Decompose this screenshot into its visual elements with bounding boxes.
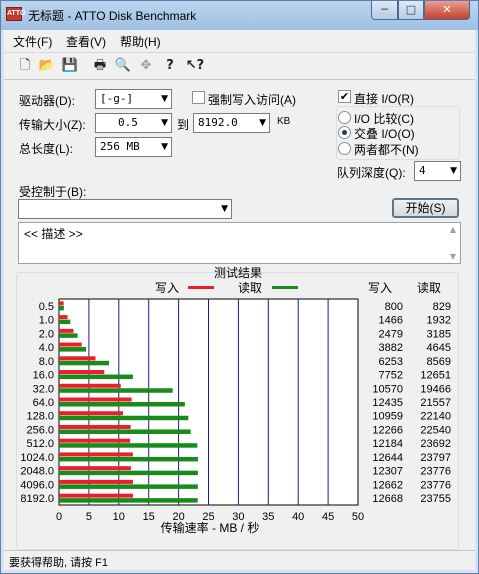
table-header-write: 写入 — [368, 281, 392, 295]
category-label: 8192.0 — [20, 493, 54, 505]
table-header-read: 读取 — [417, 281, 441, 295]
read-bar — [59, 456, 198, 462]
read-bar — [59, 319, 71, 325]
read-bar — [59, 498, 198, 503]
category-label: 128.0 — [26, 411, 54, 423]
read-bar — [59, 374, 133, 380]
read-bar — [59, 484, 198, 489]
legend-read-swatch — [272, 286, 298, 289]
write-value: 6253 — [379, 356, 403, 368]
write-value: 12435 — [372, 397, 403, 409]
write-value: 12307 — [372, 466, 403, 478]
read-value: 12651 — [420, 370, 451, 382]
read-bar — [59, 443, 198, 448]
write-bar — [59, 315, 68, 320]
write-value: 12184 — [372, 438, 403, 450]
write-value: 7752 — [379, 370, 403, 382]
write-bar — [59, 356, 96, 361]
write-bar — [59, 301, 64, 306]
read-value: 22540 — [420, 424, 451, 436]
read-value: 23797 — [420, 452, 451, 464]
read-value: 19466 — [420, 383, 451, 395]
read-value: 4645 — [427, 342, 451, 354]
legend-write-label: 写入 — [155, 281, 179, 295]
write-bar — [59, 438, 131, 443]
read-bar — [59, 347, 87, 352]
category-label: 64.0 — [33, 397, 54, 409]
x-tick-label: 50 — [352, 511, 364, 523]
read-value: 23755 — [420, 493, 451, 505]
read-bar — [59, 305, 64, 311]
write-value: 1466 — [379, 315, 403, 327]
read-bar — [59, 415, 189, 421]
write-value: 12662 — [372, 479, 403, 491]
write-bar — [59, 370, 105, 375]
write-bar — [59, 342, 82, 347]
x-tick-label: 10 — [113, 511, 125, 523]
category-label: 1024.0 — [20, 452, 54, 464]
write-value: 10959 — [372, 411, 403, 423]
chart-title: 测试结果 — [214, 265, 262, 280]
write-bar — [59, 397, 132, 402]
x-axis-label: 传输速率 - MB / 秒 — [161, 520, 260, 535]
category-label: 1.0 — [39, 315, 54, 327]
read-value: 1932 — [427, 315, 451, 327]
write-bar — [59, 383, 121, 388]
category-label: 16.0 — [33, 370, 54, 382]
category-label: 8.0 — [39, 356, 54, 368]
write-value: 3882 — [379, 342, 403, 354]
read-bar — [59, 429, 191, 434]
read-value: 3185 — [427, 328, 451, 340]
read-value: 22140 — [420, 411, 451, 423]
write-bar — [59, 411, 123, 416]
read-bar — [59, 388, 173, 393]
write-value: 12266 — [372, 424, 403, 436]
read-value: 829 — [433, 301, 451, 313]
read-value: 23776 — [420, 466, 451, 478]
read-bar — [59, 402, 185, 407]
category-label: 256.0 — [26, 424, 54, 436]
write-bar — [59, 328, 74, 333]
read-value: 23776 — [420, 479, 451, 491]
write-value: 12668 — [372, 493, 403, 505]
read-value: 21557 — [420, 397, 451, 409]
x-tick-label: 45 — [322, 511, 334, 523]
read-bar — [59, 470, 198, 476]
x-tick-label: 35 — [262, 511, 274, 523]
category-label: 4096.0 — [20, 479, 54, 491]
read-value: 23692 — [420, 438, 451, 450]
x-tick-label: 15 — [143, 511, 155, 523]
category-label: 2.0 — [39, 328, 54, 340]
x-tick-label: 5 — [86, 511, 92, 523]
write-bar — [59, 424, 131, 429]
read-value: 8569 — [427, 356, 451, 368]
write-value: 12644 — [372, 452, 403, 464]
category-label: 0.5 — [39, 301, 54, 313]
write-bar — [59, 493, 133, 498]
write-value: 10570 — [372, 383, 403, 395]
category-label: 32.0 — [33, 383, 54, 395]
legend-write-swatch — [188, 286, 214, 289]
category-label: 4.0 — [39, 342, 54, 354]
write-value: 800 — [385, 301, 403, 313]
write-bar — [59, 479, 133, 484]
results-chart: 测试结果写入 读取 写入 读取0 5 10 15 20 25 30 35 40 45 50传输速率 - M… — [20, 265, 451, 535]
write-value: 2479 — [379, 328, 403, 340]
write-bar — [59, 452, 133, 457]
write-bar — [59, 466, 131, 471]
legend-read-label: 读取 — [238, 281, 262, 295]
status-text: 要获得帮助, 请按 F1 — [9, 557, 109, 569]
x-tick-label: 0 — [56, 511, 62, 523]
x-tick-label: 40 — [292, 511, 304, 523]
read-bar — [59, 360, 110, 366]
read-bar — [59, 333, 78, 338]
category-label: 2048.0 — [20, 466, 54, 478]
category-label: 512.0 — [26, 438, 54, 450]
